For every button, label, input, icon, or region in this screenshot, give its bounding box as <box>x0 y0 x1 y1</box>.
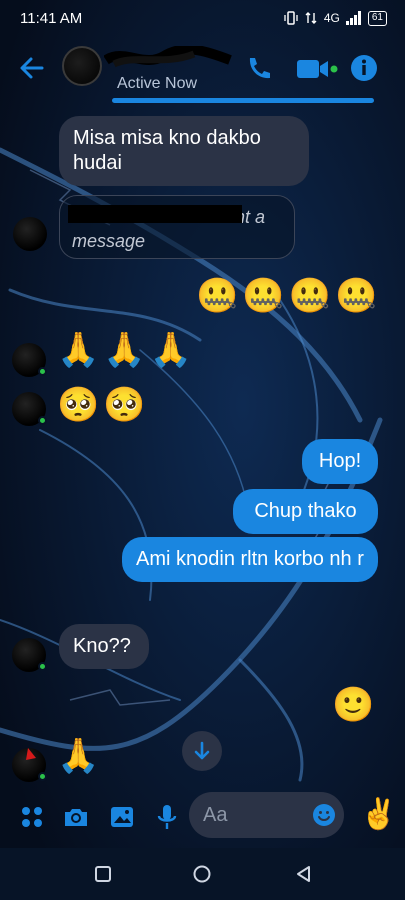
unsent-message-notice: ensent a message <box>59 195 295 259</box>
conversation-header: Active Now <box>0 38 405 103</box>
recent-apps-icon[interactable] <box>93 864 113 884</box>
microphone-icon[interactable] <box>153 803 181 831</box>
video-camera-icon[interactable] <box>296 54 338 84</box>
gallery-icon[interactable] <box>108 803 136 831</box>
online-dot <box>38 662 47 671</box>
message-input[interactable] <box>203 802 313 828</box>
incoming-emoji-message[interactable]: 🙏🙏🙏 <box>57 330 196 370</box>
message-input-container[interactable] <box>189 792 344 838</box>
sender-avatar[interactable] <box>13 217 47 251</box>
unsent-text-line2: message <box>72 231 146 251</box>
camera-icon[interactable] <box>62 803 90 831</box>
info-icon[interactable] <box>350 54 378 82</box>
outgoing-emoji-message[interactable]: 🤐🤐🤐🤐 <box>196 276 381 316</box>
incoming-emoji-message[interactable]: 🥺🥺 <box>57 385 150 425</box>
outgoing-message[interactable]: Hop! <box>302 439 378 484</box>
online-dot <box>38 367 47 376</box>
status-icons: 4G 61 <box>284 10 387 26</box>
outgoing-message[interactable]: Ami knodin rltn korbo nh r <box>122 537 378 582</box>
outgoing-emoji-message[interactable]: 🙂 <box>332 685 378 725</box>
message-composer: ✌️ <box>0 785 405 847</box>
vibrate-icon <box>284 11 298 25</box>
data-transfer-icon <box>305 12 317 24</box>
clock: 11:41 AM <box>20 9 83 27</box>
signal-icon <box>345 11 361 25</box>
status-bar: 11:41 AM 4G 61 <box>0 0 405 36</box>
sender-avatar[interactable] <box>12 748 47 782</box>
battery-indicator: 61 <box>367 10 387 26</box>
incoming-emoji-message[interactable]: 🙏 <box>57 736 103 776</box>
redacted-contact-name[interactable] <box>104 46 232 70</box>
redacted-sender-name <box>68 205 242 223</box>
sender-avatar[interactable] <box>12 392 47 426</box>
presence-status: Active Now <box>117 75 198 92</box>
incoming-message[interactable]: Misa misa kno dakbo hudai <box>59 116 309 186</box>
emoji-icon[interactable] <box>312 803 336 827</box>
apps-icon[interactable] <box>18 803 46 831</box>
incoming-message[interactable]: Kno?? <box>59 624 149 669</box>
contact-avatar[interactable] <box>62 46 102 86</box>
online-dot <box>38 416 47 425</box>
sender-avatar[interactable] <box>12 638 47 672</box>
quick-reaction-button[interactable]: ✌️ <box>360 797 397 832</box>
message-list[interactable]: Misa misa kno dakbo hudai ensent a messa… <box>0 100 405 782</box>
scroll-to-bottom-button[interactable] <box>182 731 222 771</box>
phone-icon[interactable] <box>243 54 273 84</box>
home-icon[interactable] <box>192 864 212 884</box>
back-nav-icon[interactable] <box>294 864 314 884</box>
arrow-down-icon <box>194 741 210 760</box>
outgoing-message[interactable]: Chup thako <box>233 489 378 534</box>
back-arrow-icon[interactable] <box>18 54 46 82</box>
system-navigation-bar <box>0 848 405 900</box>
network-type: 4G <box>323 11 340 25</box>
online-dot <box>38 772 47 781</box>
sender-avatar[interactable] <box>12 343 47 377</box>
